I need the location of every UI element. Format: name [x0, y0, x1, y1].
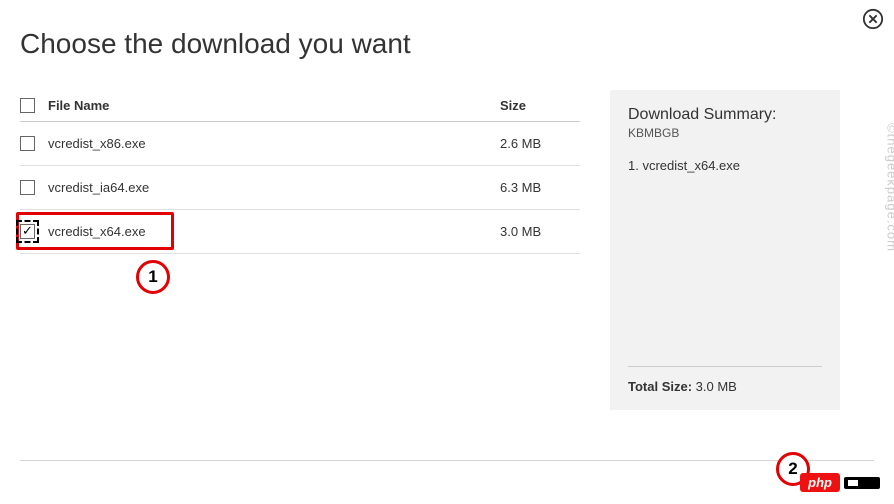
file-name: vcredist_x64.exe	[48, 224, 500, 239]
total-value: 3.0 MB	[696, 379, 737, 394]
badge-bar	[844, 477, 880, 489]
file-name: vcredist_x86.exe	[48, 136, 500, 151]
php-logo: php	[800, 473, 840, 492]
table-row[interactable]: vcredist_x86.exe 2.6 MB	[20, 122, 580, 166]
table-header: File Name Size	[20, 90, 580, 122]
close-icon	[862, 8, 884, 30]
close-button[interactable]	[862, 8, 884, 30]
file-name: vcredist_ia64.exe	[48, 180, 500, 195]
divider	[20, 460, 874, 461]
file-size: 3.0 MB	[500, 224, 580, 239]
php-badge: php	[800, 473, 880, 492]
page-title: Choose the download you want	[0, 0, 894, 60]
summary-total: Total Size: 3.0 MB	[628, 366, 822, 394]
summary-title: Download Summary:	[628, 106, 822, 124]
row-checkbox[interactable]	[20, 224, 35, 239]
row-checkbox[interactable]	[20, 180, 35, 195]
watermark: ©thegeekpage.com	[885, 123, 894, 252]
total-label: Total Size:	[628, 379, 692, 394]
file-size: 6.3 MB	[500, 180, 580, 195]
column-header-name[interactable]: File Name	[48, 98, 500, 113]
file-size: 2.6 MB	[500, 136, 580, 151]
summary-subtitle: KBMBGB	[628, 126, 822, 140]
main-content: File Name Size vcredist_x86.exe 2.6 MB v…	[0, 60, 894, 410]
column-header-size[interactable]: Size	[500, 98, 580, 113]
table-row[interactable]: vcredist_ia64.exe 6.3 MB	[20, 166, 580, 210]
table-row[interactable]: vcredist_x64.exe 3.0 MB	[20, 210, 580, 254]
download-summary-panel: Download Summary: KBMBGB 1. vcredist_x64…	[610, 90, 840, 410]
row-checkbox[interactable]	[20, 136, 35, 151]
select-all-checkbox[interactable]	[20, 98, 35, 113]
summary-item: 1. vcredist_x64.exe	[628, 158, 822, 173]
file-table: File Name Size vcredist_x86.exe 2.6 MB v…	[20, 90, 580, 410]
